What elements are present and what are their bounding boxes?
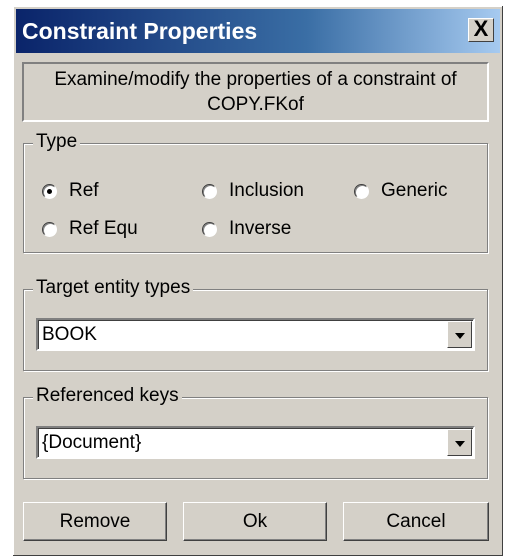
radio-inclusion[interactable]: Inclusion — [202, 180, 304, 202]
radio-ref-indicator[interactable] — [42, 183, 57, 199]
cancel-button[interactable]: Cancel — [343, 502, 489, 541]
radio-ref[interactable]: Ref — [42, 180, 99, 202]
radio-generic-indicator[interactable] — [354, 183, 369, 199]
radio-generic-label: Generic — [381, 180, 448, 201]
target-entity-types-group: Target entity types BOOK — [23, 277, 488, 371]
radio-inverse[interactable]: Inverse — [202, 218, 291, 240]
target-entity-types-combobox[interactable]: BOOK — [36, 318, 475, 351]
type-group: Type Ref Inclusion Generic Ref Equ Inver… — [23, 131, 488, 253]
description-line-2: COPY.FKof — [207, 94, 304, 115]
radio-inverse-label: Inverse — [229, 218, 292, 239]
referenced-keys-combobox[interactable]: {Document} — [36, 426, 475, 459]
constraint-properties-dialog: Constraint Properties X Examine/modify t… — [12, 5, 504, 557]
referenced-keys-legend: Referenced keys — [33, 385, 182, 407]
radio-generic[interactable]: Generic — [354, 180, 448, 202]
radio-inverse-indicator[interactable] — [202, 221, 217, 237]
ok-button[interactable]: Ok — [183, 502, 327, 541]
radio-ref-equ-indicator[interactable] — [42, 221, 57, 237]
target-entity-types-value: BOOK — [42, 324, 97, 345]
description-line-1: Examine/modify the properties of a const… — [54, 69, 457, 90]
close-button[interactable]: X — [468, 18, 494, 42]
title-bar[interactable]: Constraint Properties X — [16, 9, 500, 53]
description-panel: Examine/modify the properties of a const… — [22, 62, 489, 122]
radio-ref-equ-label: Ref Equ — [69, 218, 138, 239]
radio-ref-label: Ref — [69, 180, 99, 201]
chevron-down-icon[interactable] — [447, 429, 472, 456]
referenced-keys-group: Referenced keys {Document} — [23, 385, 488, 479]
radio-inclusion-indicator[interactable] — [202, 183, 217, 199]
radio-inclusion-label: Inclusion — [229, 180, 304, 201]
window-title: Constraint Properties — [22, 18, 258, 44]
remove-button[interactable]: Remove — [23, 502, 167, 541]
referenced-keys-value: {Document} — [42, 432, 142, 453]
radio-ref-equ[interactable]: Ref Equ — [42, 218, 138, 240]
chevron-down-icon[interactable] — [447, 321, 472, 348]
type-group-legend: Type — [33, 131, 81, 153]
target-entity-types-legend: Target entity types — [33, 277, 194, 299]
